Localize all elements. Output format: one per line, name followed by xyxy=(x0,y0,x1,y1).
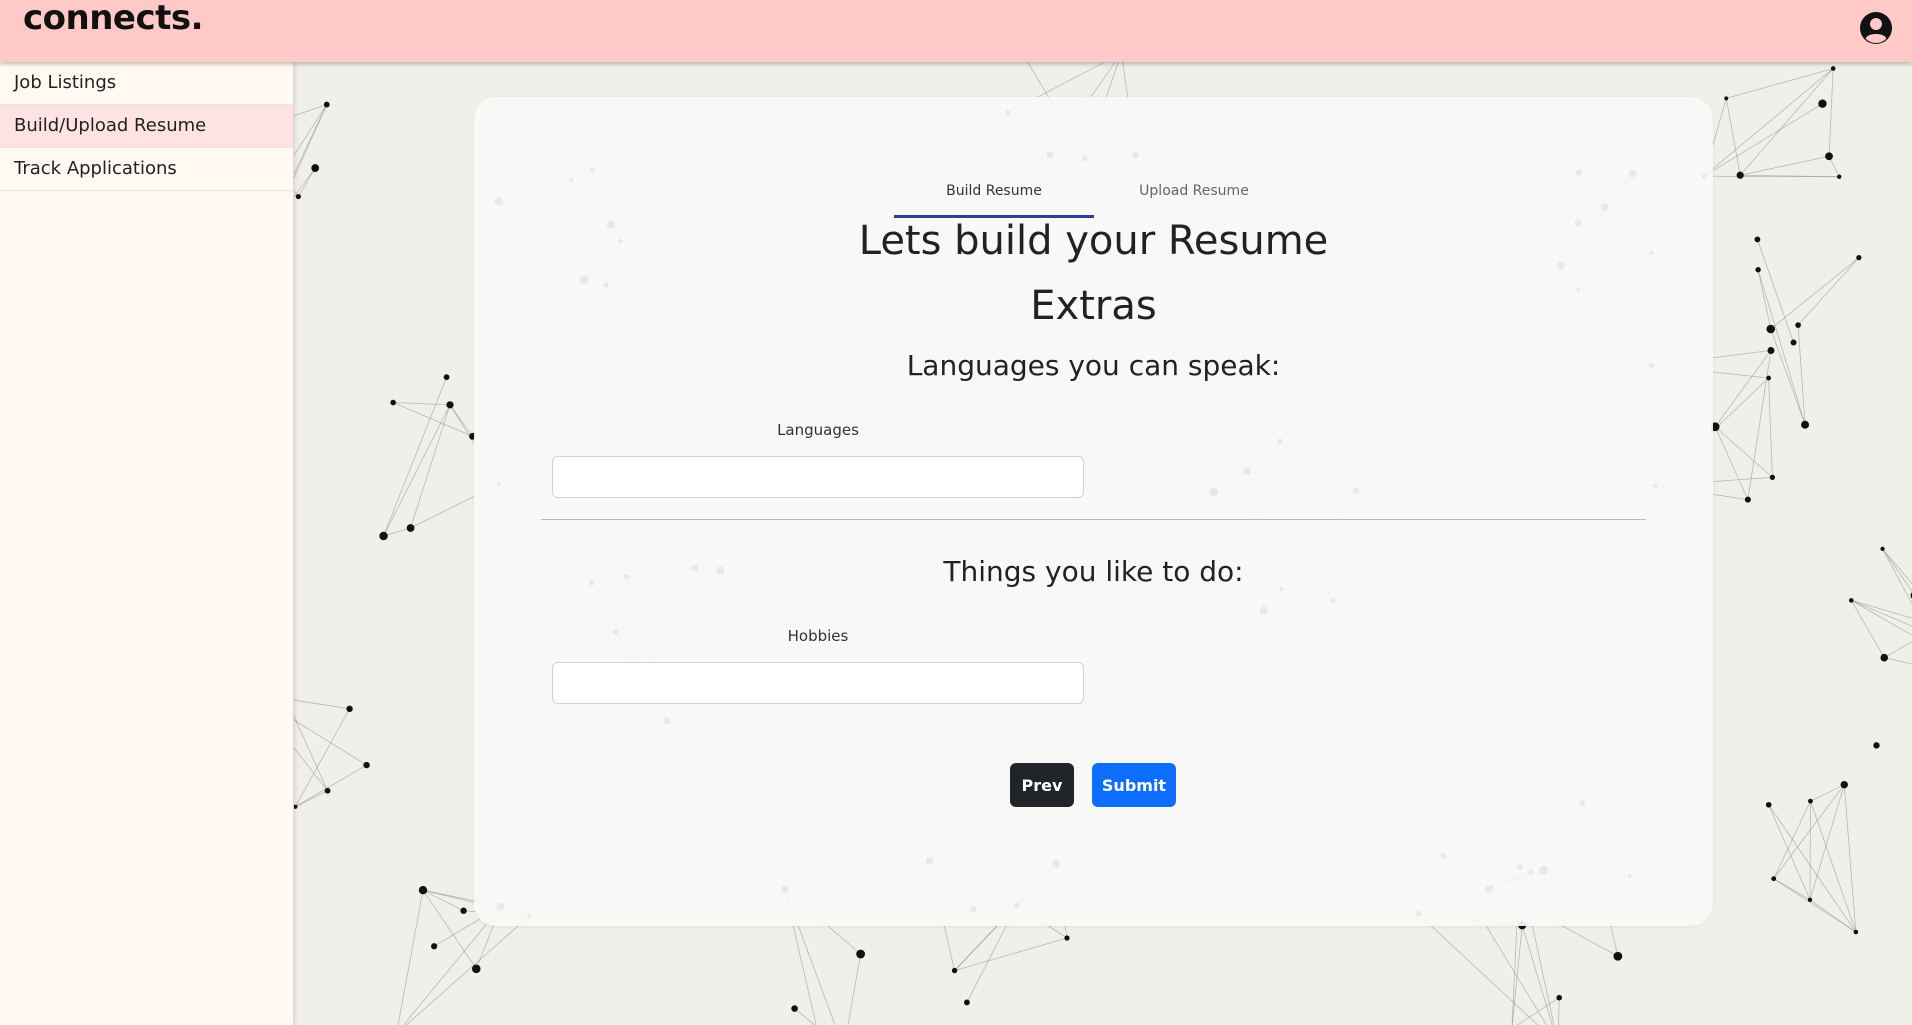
hobbies-label: Hobbies xyxy=(787,627,849,645)
tab-upload-resume[interactable]: Upload Resume xyxy=(1094,169,1294,215)
sidebar-item-job-listings[interactable]: Job Listings xyxy=(0,62,293,105)
resume-tabs: Build Resume Upload Resume xyxy=(894,169,1294,218)
languages-input[interactable] xyxy=(552,456,1084,498)
sidebar: Job Listings Build/Upload Resume Track A… xyxy=(0,62,294,1025)
languages-label: Languages xyxy=(777,421,859,439)
prev-button[interactable]: Prev xyxy=(1010,763,1074,807)
sidebar-item-track-applications[interactable]: Track Applications xyxy=(0,148,293,191)
account-circle-icon[interactable] xyxy=(1859,11,1893,45)
section-divider xyxy=(541,519,1646,520)
sidebar-item-build-upload-resume[interactable]: Build/Upload Resume xyxy=(0,105,293,148)
submit-button[interactable]: Submit xyxy=(1092,763,1176,807)
hobbies-input[interactable] xyxy=(552,662,1084,704)
resume-form-card: Build Resume Upload Resume Lets build yo… xyxy=(474,97,1713,926)
brand-logo[interactable]: connects. xyxy=(23,0,204,38)
tab-build-resume[interactable]: Build Resume xyxy=(894,169,1094,218)
section-title: Extras xyxy=(1030,283,1157,329)
page-heading: Lets build your Resume xyxy=(858,218,1329,264)
languages-subtitle: Languages you can speak: xyxy=(906,349,1281,382)
hobbies-subtitle: Things you like to do: xyxy=(943,555,1244,588)
top-header: connects. xyxy=(0,0,1912,62)
